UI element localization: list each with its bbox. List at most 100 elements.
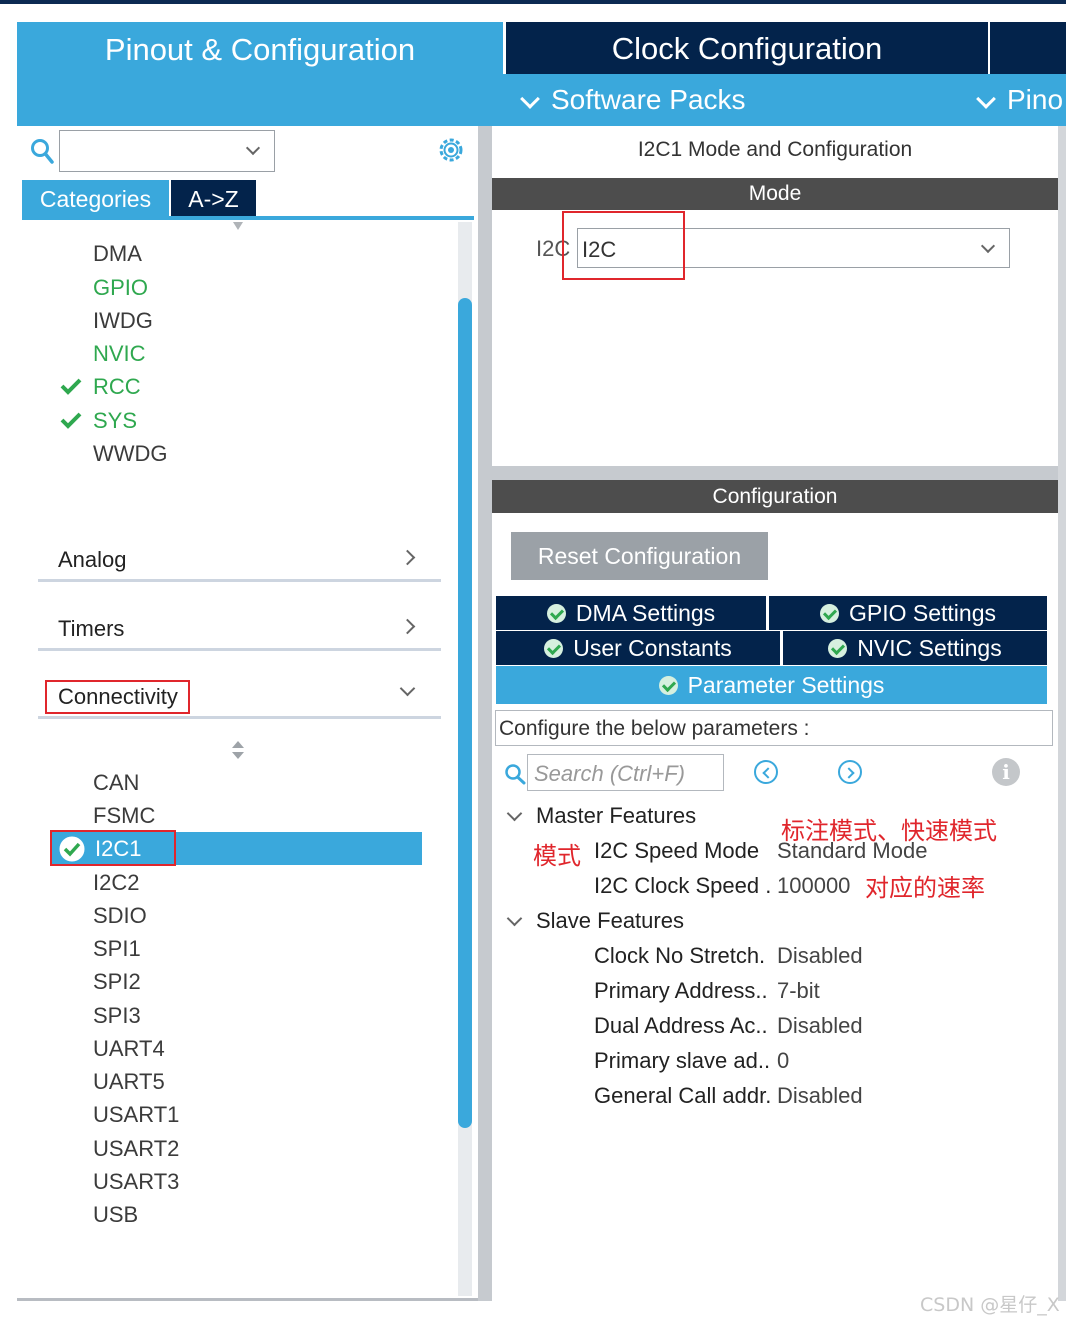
tab-categories[interactable]: Categories xyxy=(22,180,169,218)
search-icon[interactable] xyxy=(30,138,54,164)
param-name-speed-mode: I2C Speed Mode xyxy=(594,838,760,863)
info-icon[interactable]: i xyxy=(992,758,1020,786)
search-icon[interactable] xyxy=(504,763,526,785)
tab-pinout-label: Pinout & Configuration xyxy=(104,32,416,67)
param-value-primary-address[interactable]: 7-bit xyxy=(777,978,820,1004)
param-name-primary-address: Primary Address.. xyxy=(594,978,768,1003)
previous-match-icon[interactable] xyxy=(754,760,778,784)
connectivity-item-usart1[interactable]: USART1 xyxy=(93,1102,179,1128)
chevron-right-icon xyxy=(399,549,416,566)
parameter-search-input[interactable]: Search (Ctrl+F) xyxy=(527,754,724,791)
connectivity-item-usart2[interactable]: USART2 xyxy=(93,1136,179,1162)
param-name-general-call: General Call addr. xyxy=(594,1083,772,1108)
chevron-down-icon xyxy=(976,88,996,109)
tab-user-constants-label: User Constants xyxy=(573,635,732,661)
master-features-group[interactable]: Master Features xyxy=(536,803,696,829)
category-item-iwdg[interactable]: IWDG xyxy=(93,308,153,334)
gear-icon[interactable] xyxy=(436,135,466,165)
mode-configuration-title: I2C1 Mode and Configuration xyxy=(637,138,913,161)
tab-pinout-configuration[interactable]: Pinout & Configuration xyxy=(17,22,503,126)
top-strip xyxy=(0,0,1066,4)
check-circle-icon xyxy=(828,639,848,658)
tab-a-z[interactable]: A->Z xyxy=(171,180,256,218)
mode-header: Mode xyxy=(492,178,1058,210)
software-packs-menu[interactable]: Software Packs xyxy=(517,84,746,116)
subbar: Software Packs Pino xyxy=(503,74,1066,126)
connectivity-item-can[interactable]: CAN xyxy=(93,770,139,796)
connectivity-item-i2c2[interactable]: I2C2 xyxy=(93,870,139,896)
right-scrollbar[interactable] xyxy=(1058,126,1066,1301)
check-circle-icon xyxy=(544,639,564,658)
tab-nvic-settings[interactable]: NVIC Settings xyxy=(783,631,1047,665)
group-timers[interactable]: Timers xyxy=(38,601,441,651)
category-item-dma[interactable]: DMA xyxy=(93,241,142,267)
tab-gpio-settings[interactable]: GPIO Settings xyxy=(769,596,1047,630)
parameter-hint: Configure the below parameters : xyxy=(495,710,1053,746)
tab-parameter-settings-label: Parameter Settings xyxy=(687,672,885,698)
next-match-icon[interactable] xyxy=(838,760,862,784)
tab-underline xyxy=(22,216,474,220)
section-splitter[interactable] xyxy=(492,466,1058,480)
tab-clock-label: Clock Configuration xyxy=(611,31,883,66)
check-icon xyxy=(60,412,82,429)
parameter-search-placeholder: Search (Ctrl+F) xyxy=(534,761,685,786)
tab-parameter-settings[interactable]: Parameter Settings xyxy=(496,666,1047,704)
connectivity-item-fsmc[interactable]: FSMC xyxy=(93,803,155,829)
tab-next[interactable] xyxy=(990,22,1066,74)
check-circle-icon xyxy=(546,604,566,623)
param-name-dual-address: Dual Address Ac.. xyxy=(594,1013,768,1038)
check-circle-icon xyxy=(819,604,839,623)
software-packs-label: Software Packs xyxy=(551,84,746,115)
tab-user-constants[interactable]: User Constants xyxy=(496,631,780,665)
group-analog-label: Analog xyxy=(58,547,127,572)
connectivity-item-spi2[interactable]: SPI2 xyxy=(93,969,141,995)
left-scrollbar-thumb[interactable] xyxy=(458,298,472,1128)
connectivity-item-spi1[interactable]: SPI1 xyxy=(93,936,141,962)
group-timers-label: Timers xyxy=(58,616,125,641)
chevron-down-icon xyxy=(520,88,540,109)
highlight-i2c-mode xyxy=(562,211,685,280)
param-value-primary-slave[interactable]: 0 xyxy=(777,1048,789,1074)
group-analog[interactable]: Analog xyxy=(38,532,441,582)
highlight-connectivity xyxy=(45,680,190,714)
chevron-right-icon xyxy=(399,618,416,635)
connectivity-item-usb[interactable]: USB xyxy=(93,1202,138,1228)
configuration-header: Configuration xyxy=(492,480,1058,513)
connectivity-item-sdio[interactable]: SDIO xyxy=(93,903,147,929)
param-name-primary-slave: Primary slave ad.. xyxy=(594,1048,771,1073)
chevron-down-icon xyxy=(245,140,261,156)
category-item-rcc[interactable]: RCC xyxy=(93,374,141,400)
category-item-sys[interactable]: SYS xyxy=(93,408,137,434)
category-item-nvic[interactable]: NVIC xyxy=(93,341,146,367)
search-combobox[interactable] xyxy=(59,130,275,172)
param-value-dual-address[interactable]: Disabled xyxy=(777,1013,863,1039)
watermark: CSDN @星仔_X xyxy=(920,1294,1060,1316)
tab-dma-settings[interactable]: DMA Settings xyxy=(496,596,766,630)
tab-clock-configuration[interactable]: Clock Configuration xyxy=(506,22,988,74)
annotation-rate: 对应的速率 xyxy=(865,874,985,902)
annotation-mode: 模式 xyxy=(533,842,581,870)
highlight-i2c1 xyxy=(50,830,176,866)
left-panel-bottom-border xyxy=(17,1298,478,1301)
chevron-down-icon xyxy=(980,238,996,254)
param-value-clock-no-stretch[interactable]: Disabled xyxy=(777,943,863,969)
reset-configuration-button[interactable]: Reset Configuration xyxy=(511,532,768,580)
annotation-speed-mode: 标注模式、快速模式 xyxy=(781,817,997,845)
category-item-gpio[interactable]: GPIO xyxy=(93,275,148,301)
connectivity-item-spi3[interactable]: SPI3 xyxy=(93,1003,141,1029)
category-item-wwdg[interactable]: WWDG xyxy=(93,441,168,467)
slave-features-group[interactable]: Slave Features xyxy=(536,908,684,934)
tab-nvic-settings-label: NVIC Settings xyxy=(857,635,1002,661)
sort-icon[interactable] xyxy=(231,740,245,760)
scroll-up-arrow-icon[interactable] xyxy=(233,222,243,230)
param-name-clock-no-stretch: Clock No Stretch. xyxy=(594,943,766,968)
panel-divider[interactable] xyxy=(478,126,492,1301)
chevron-down-icon xyxy=(399,680,416,697)
param-value-general-call[interactable]: Disabled xyxy=(777,1083,863,1109)
param-value-clock-speed[interactable]: 100000 xyxy=(777,873,850,899)
connectivity-item-uart4[interactable]: UART4 xyxy=(93,1036,165,1062)
tab-gpio-settings-label: GPIO Settings xyxy=(848,600,996,626)
connectivity-item-uart5[interactable]: UART5 xyxy=(93,1069,165,1095)
pinout-menu[interactable]: Pino xyxy=(973,84,1063,116)
connectivity-item-usart3[interactable]: USART3 xyxy=(93,1169,179,1195)
